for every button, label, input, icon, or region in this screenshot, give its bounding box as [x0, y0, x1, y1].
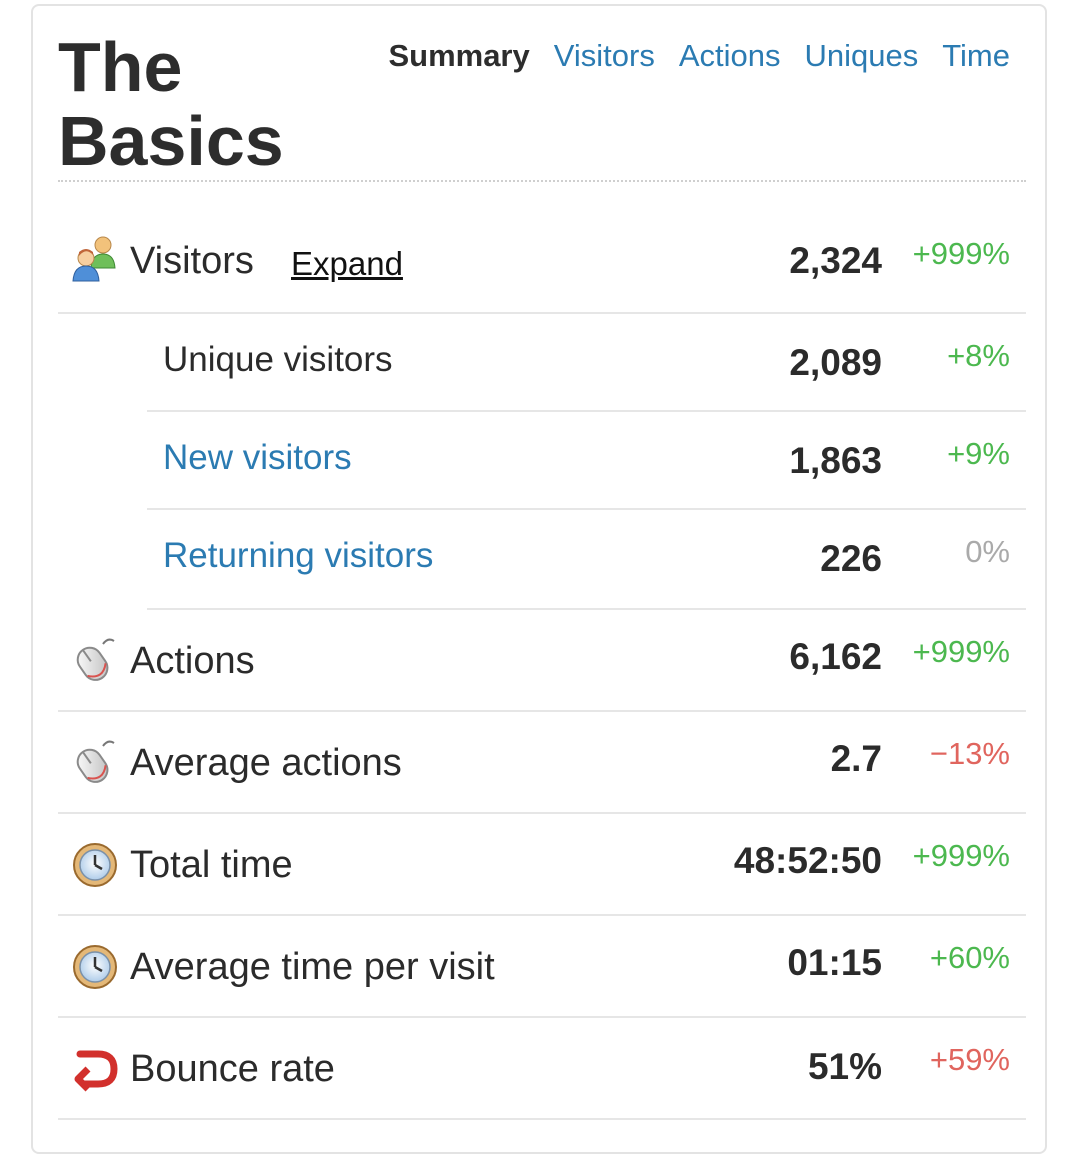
- stat-row-average-actions: Average actions 2.7 −13%: [58, 712, 1026, 814]
- tab-visitors[interactable]: Visitors: [554, 38, 655, 74]
- tab-uniques[interactable]: Uniques: [805, 38, 919, 74]
- stat-change: +999%: [912, 634, 1010, 669]
- clock-icon: [70, 942, 120, 992]
- stat-change: +999%: [912, 838, 1010, 873]
- stat-value: 226: [820, 538, 882, 579]
- new-visitors-link[interactable]: New visitors: [163, 438, 352, 478]
- stat-value: 2,324: [789, 240, 882, 281]
- expand-link[interactable]: Expand: [291, 245, 403, 283]
- tab-time[interactable]: Time: [942, 38, 1010, 74]
- stat-value: 48:52:50: [733, 840, 882, 881]
- stat-row-average-time-per-visit: Average time per visit 01:15 +60%: [58, 916, 1026, 1018]
- mouse-icon: [70, 737, 120, 787]
- tab-summary[interactable]: Summary: [388, 38, 529, 74]
- stat-row-total-time: Total time 48:52:50 +999%: [58, 814, 1026, 916]
- stat-label: Actions: [130, 640, 255, 682]
- stat-change: +999%: [912, 236, 1010, 271]
- stat-row-actions: Actions 6,162 +999%: [58, 610, 1026, 712]
- stat-label: Total time: [130, 844, 293, 886]
- returning-visitors-link[interactable]: Returning visitors: [163, 536, 433, 576]
- stat-value: 51%: [807, 1046, 882, 1087]
- stat-change: +60%: [929, 940, 1010, 975]
- stat-change: +8%: [947, 338, 1010, 373]
- stat-change: 0%: [965, 534, 1010, 569]
- stat-row-unique-visitors: Unique visitors 2,089 +8%: [147, 314, 1026, 412]
- stat-value: 2,089: [789, 342, 882, 383]
- bounce-icon: [70, 1044, 120, 1094]
- stat-label: Average actions: [130, 742, 402, 784]
- tab-actions[interactable]: Actions: [679, 38, 781, 74]
- stat-label: Unique visitors: [163, 340, 393, 379]
- page-title: The Basics: [58, 28, 284, 180]
- stat-label: Average time per visit: [130, 946, 495, 988]
- stat-row-bounce-rate: Bounce rate 51% +59%: [58, 1018, 1026, 1120]
- clock-icon: [70, 840, 120, 890]
- stat-row-returning-visitors: Returning visitors 226 0%: [147, 510, 1026, 610]
- stat-change: +59%: [929, 1042, 1010, 1077]
- stat-value: 1,863: [789, 440, 882, 481]
- stat-change: +9%: [947, 436, 1010, 471]
- stat-row-visitors: Visitors Expand 2,324 +999%: [58, 214, 1026, 314]
- stat-change: −13%: [929, 736, 1010, 771]
- header-divider: [58, 180, 1026, 182]
- stat-value: 01:15: [787, 942, 882, 983]
- visitors-icon: [70, 234, 120, 284]
- stat-value: 2.7: [830, 738, 882, 779]
- stat-row-new-visitors: New visitors 1,863 +9%: [147, 412, 1026, 510]
- stat-label: Visitors: [130, 240, 254, 282]
- tab-bar: Summary Visitors Actions Uniques Time: [388, 38, 1010, 74]
- stat-label: Bounce rate: [130, 1048, 335, 1090]
- mouse-icon: [70, 635, 120, 685]
- stat-value: 6,162: [789, 636, 882, 677]
